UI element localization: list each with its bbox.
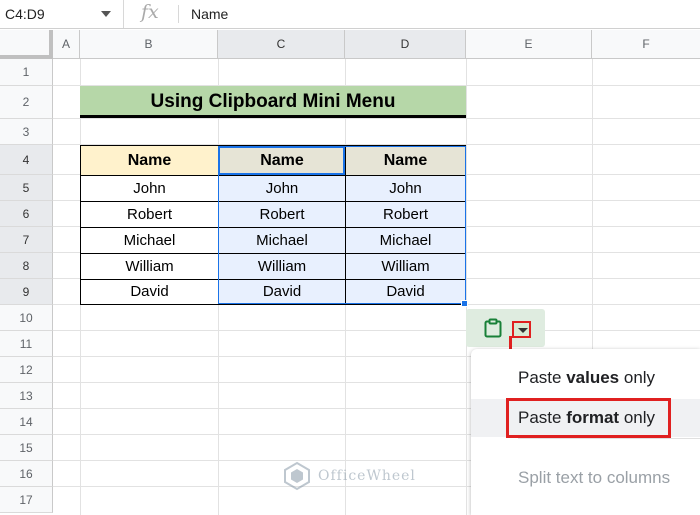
grid-line [53, 330, 700, 331]
cell-c8[interactable]: William [218, 253, 346, 280]
cell-c9[interactable]: David [218, 279, 346, 305]
cell-c7[interactable]: Michael [218, 227, 346, 254]
row-header-4[interactable]: 4 [0, 145, 53, 175]
formula-input[interactable]: Name [191, 6, 228, 22]
chevron-down-icon [518, 328, 528, 333]
cell-b6[interactable]: Robert [80, 201, 219, 228]
menu-divider [518, 438, 700, 439]
row-header-5[interactable]: 5 [0, 175, 53, 201]
row-header-16[interactable]: 16 [0, 461, 53, 487]
cell-c6[interactable]: Robert [218, 201, 346, 228]
row-header-11[interactable]: 11 [0, 331, 53, 357]
column-header-d[interactable]: D [345, 30, 466, 59]
clipboard-icon[interactable] [483, 318, 503, 338]
officewheel-logo-icon [284, 461, 310, 491]
grid-line [53, 118, 700, 119]
formula-separator [178, 5, 179, 23]
name-box-value: C4:D9 [5, 6, 45, 22]
cell-d6[interactable]: Robert [345, 201, 466, 228]
sheet-title[interactable]: Using Clipboard Mini Menu [80, 86, 466, 118]
menu-item-paste-values-only[interactable]: Paste values only [471, 359, 700, 397]
name-box-dropdown-icon[interactable] [101, 11, 111, 17]
row-header-8[interactable]: 8 [0, 253, 53, 279]
column-header-c[interactable]: C [218, 30, 345, 59]
fx-icon: fx [141, 1, 159, 23]
menu-item-text: Paste [518, 368, 567, 387]
paste-options-dropdown-button[interactable] [512, 321, 531, 338]
grid-line [466, 59, 467, 515]
cell-b5[interactable]: John [80, 175, 219, 202]
column-header-b[interactable]: B [80, 30, 218, 59]
row-header-17[interactable]: 17 [0, 487, 53, 513]
cell-b9[interactable]: David [80, 279, 219, 305]
row-header-9[interactable]: 9 [0, 279, 53, 305]
cell-c5[interactable]: John [218, 175, 346, 202]
header-cell-b4[interactable]: Name [80, 145, 219, 176]
formula-bar: C4:D9 fx Name [0, 0, 700, 29]
header-cell-d4[interactable]: Name [345, 145, 466, 176]
cell-d7[interactable]: Michael [345, 227, 466, 254]
cell-d8[interactable]: William [345, 253, 466, 280]
cell-b8[interactable]: William [80, 253, 219, 280]
fill-handle[interactable] [461, 300, 468, 307]
select-all-corner[interactable] [0, 30, 53, 59]
row-header-1[interactable]: 1 [0, 59, 53, 86]
cell-d5[interactable]: John [345, 175, 466, 202]
cell-b7[interactable]: Michael [80, 227, 219, 254]
row-header-3[interactable]: 3 [0, 119, 53, 145]
row-header-13[interactable]: 13 [0, 383, 53, 409]
column-header-f[interactable]: F [592, 30, 700, 59]
annotation-highlight-box [506, 398, 671, 438]
row-header-6[interactable]: 6 [0, 201, 53, 227]
row-header-7[interactable]: 7 [0, 227, 53, 253]
column-header-a[interactable]: A [53, 30, 80, 59]
menu-item-text: only [619, 368, 656, 387]
paste-options-chip[interactable] [466, 309, 545, 347]
header-cell-c4[interactable]: Name [218, 145, 346, 176]
row-header-12[interactable]: 12 [0, 357, 53, 383]
menu-item-bold-text: values [566, 368, 620, 387]
watermark-text: OfficeWheel [318, 468, 416, 484]
watermark: OfficeWheel [282, 458, 416, 494]
menu-item-split-text-to-columns: Split text to columns [518, 468, 671, 487]
row-header-15[interactable]: 15 [0, 435, 53, 461]
row-header-2[interactable]: 2 [0, 86, 53, 119]
row-header-14[interactable]: 14 [0, 409, 53, 435]
name-box[interactable]: C4:D9 [0, 0, 124, 28]
row-header-10[interactable]: 10 [0, 305, 53, 331]
cell-d9[interactable]: David [345, 279, 466, 305]
column-header-e[interactable]: E [466, 30, 592, 59]
